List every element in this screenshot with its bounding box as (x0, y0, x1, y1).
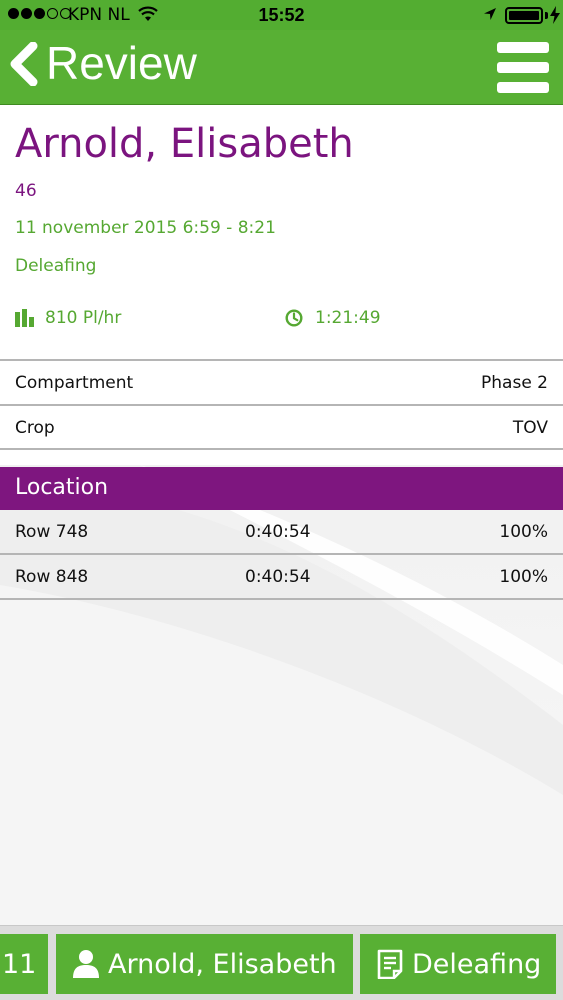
detail-label: Compartment (15, 373, 134, 393)
detail-row-compartment: Compartment Phase 2 (0, 361, 563, 405)
battery-icon (505, 7, 543, 24)
location-services-icon (484, 8, 496, 20)
divider (0, 448, 563, 450)
record-activity: Deleafing (15, 256, 97, 276)
person-number: 46 (15, 181, 37, 201)
detail-label: Crop (15, 418, 55, 438)
location-row-name: Row 748 (15, 522, 89, 542)
person-icon (73, 950, 99, 978)
location-row[interactable]: Row 748 0:40:54 100% (0, 510, 563, 554)
clock-icon (285, 309, 303, 327)
person-button-label: Arnold, Elisabeth (108, 948, 337, 980)
location-title: Location (15, 475, 109, 500)
page-title[interactable]: Review (46, 36, 197, 90)
bottom-bar: 11 Arnold, Elisabeth Deleafing (0, 925, 563, 1000)
work-duration: 1:21:49 (315, 308, 381, 328)
location-row-time: 0:40:54 (245, 567, 311, 587)
location-row-percent: 100% (499, 567, 548, 587)
date-button-label: 11 (2, 948, 37, 980)
chevron-left-icon[interactable] (6, 42, 40, 86)
detail-value: Phase 2 (481, 373, 548, 393)
work-rate: 810 Pl/hr (45, 308, 122, 328)
activity-button-label: Deleafing (412, 948, 542, 980)
location-section-header: Location (0, 467, 563, 510)
document-icon (377, 949, 403, 979)
bar-chart-icon (15, 309, 34, 327)
location-row[interactable]: Row 848 0:40:54 100% (0, 555, 563, 599)
activity-button[interactable]: Deleafing (360, 934, 556, 994)
location-row-time: 0:40:54 (245, 522, 311, 542)
charging-icon (550, 6, 560, 24)
date-button[interactable]: 11 (0, 934, 48, 994)
battery-tip (545, 12, 548, 19)
status-bar: KPN NL 15:52 (0, 0, 563, 30)
person-button[interactable]: Arnold, Elisabeth (56, 934, 353, 994)
location-row-name: Row 848 (15, 567, 89, 587)
status-time: 15:52 (258, 5, 305, 25)
hamburger-menu-icon[interactable] (497, 42, 551, 94)
person-name: Arnold, Elisabeth (15, 121, 354, 167)
detail-value: TOV (512, 418, 548, 438)
detail-row-crop: Crop TOV (0, 406, 563, 450)
record-datetime: 11 november 2015 6:59 - 8:21 (15, 218, 276, 238)
location-row-percent: 100% (499, 522, 548, 542)
divider (0, 598, 563, 600)
app-header: Review (0, 30, 563, 105)
